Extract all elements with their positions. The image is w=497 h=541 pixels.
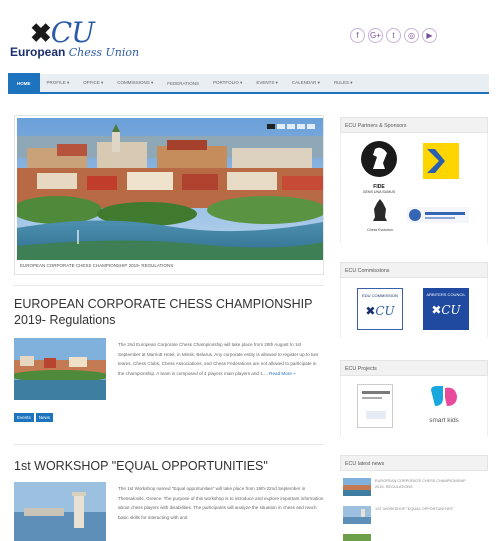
tag-news[interactable]: News <box>35 413 54 422</box>
nav-calendar[interactable]: CALENDAR ▾ <box>285 73 327 93</box>
slider-dot[interactable] <box>277 124 285 129</box>
divider <box>14 285 324 286</box>
widget-title-projects: ECU Projects <box>340 360 488 376</box>
commissions-widget: EDU COMMISSION ✖CU ARBITERS COUNCIL ✖CU <box>340 278 488 338</box>
news-item[interactable]: EUROPEAN CORPORATE CHESS CHAMPIONSHIP 20… <box>343 478 475 496</box>
post-title[interactable]: 1st WORKSHOP "EQUAL OPPORTUNITIES" <box>14 458 268 474</box>
logo-wordmark: European Chess Union <box>10 45 140 59</box>
ecu-logo[interactable]: ✖CU European Chess Union <box>10 16 160 62</box>
sponsor-logo[interactable] <box>421 141 461 181</box>
nav-rules[interactable]: RULES ▾ <box>327 73 360 93</box>
nav-home[interactable]: HOME <box>8 73 40 93</box>
divider <box>14 444 324 445</box>
fide-logo[interactable]: FIDE GENS UNA SUMUS <box>357 139 401 194</box>
tag-events[interactable]: Events <box>14 413 34 422</box>
slider-dot[interactable] <box>267 124 275 129</box>
nav-events[interactable]: EVENTS ▾ <box>249 73 285 93</box>
news-thumbnail[interactable] <box>343 478 371 496</box>
social-links: f G+ t ◎ ▶ <box>350 28 437 43</box>
nav-profile[interactable]: PROFILE ▾ <box>40 73 77 93</box>
read-more-link[interactable]: Read More » <box>269 371 296 376</box>
nav-portfolio[interactable]: PORTFOLIO ▾ <box>206 73 249 93</box>
nav-commissions[interactable]: COMMISSIONS ▾ <box>110 73 160 93</box>
news-thumbnail[interactable] <box>343 506 371 524</box>
twitter-icon[interactable]: t <box>386 28 401 43</box>
post-excerpt: The 2nd European Corporate Chess Champio… <box>118 342 319 376</box>
featured-caption[interactable]: EUROPEAN CORPORATE CHESS CHAMPIONSHIP 20… <box>20 263 173 268</box>
facebook-icon[interactable]: f <box>350 28 365 43</box>
nav-office[interactable]: OFFICE ▾ <box>76 73 110 93</box>
project-logo[interactable] <box>357 384 393 428</box>
arbiters-council-badge[interactable]: ARBITERS COUNCIL ✖CU <box>423 288 469 330</box>
post-title[interactable]: EUROPEAN CORPORATE CHESS CHAMPIONSHIP 20… <box>14 296 312 328</box>
slider-dots[interactable] <box>267 124 315 129</box>
widget-title-partners: ECU Partners & Sponsors <box>340 117 488 133</box>
news-item[interactable]: 1st WORKSHOP "EQUAL OPPORTUNITIES" <box>343 506 475 524</box>
sponsor-logo-2[interactable] <box>407 207 469 223</box>
main-nav: HOME PROFILE ▾ OFFICE ▾ COMMISSIONS ▾ FE… <box>8 73 489 94</box>
slider-dot[interactable] <box>287 124 295 129</box>
nav-federations[interactable]: FEDERATIONS <box>160 73 206 93</box>
widget-title-news: ECU latest news <box>340 455 488 471</box>
youtube-icon[interactable]: ▶ <box>422 28 437 43</box>
slider-dot[interactable] <box>307 124 315 129</box>
instagram-icon[interactable]: ◎ <box>404 28 419 43</box>
post-excerpt: The 1st Workshop named "Equal opportunit… <box>118 486 324 520</box>
site-header: ✖CU European Chess Union f G+ t ◎ ▶ <box>0 0 497 72</box>
featured-slider[interactable]: EUROPEAN CORPORATE CHESS CHAMPIONSHIP 20… <box>14 115 324 275</box>
slider-dot[interactable] <box>297 124 305 129</box>
page: ✖CU European Chess Union f G+ t ◎ ▶ HOME… <box>0 0 497 541</box>
news-item[interactable] <box>343 534 371 541</box>
edu-commission-badge[interactable]: EDU COMMISSION ✖CU <box>357 288 403 330</box>
news-link[interactable]: 1st WORKSHOP "EQUAL OPPORTUNITIES" <box>375 506 475 524</box>
post-thumbnail[interactable] <box>14 482 106 541</box>
post-thumbnail[interactable] <box>14 338 106 400</box>
featured-image[interactable] <box>17 118 323 260</box>
partners-widget: FIDE GENS UNA SUMUS Chess Evolution <box>340 133 488 243</box>
widget-title-commissions: ECU Commissions <box>340 262 488 278</box>
news-thumbnail[interactable] <box>343 534 371 541</box>
google-plus-icon[interactable]: G+ <box>368 28 383 43</box>
projects-widget: smart kids <box>340 376 488 436</box>
main-column: EUROPEAN CORPORATE CHESS CHAMPIONSHIP 20… <box>14 115 324 275</box>
post-tags: Events News <box>14 413 54 422</box>
chess-evolution-logo[interactable]: Chess Evolution <box>365 197 395 237</box>
smart-kids-logo[interactable]: smart kids <box>419 384 469 428</box>
news-link[interactable]: EUROPEAN CORPORATE CHESS CHAMPIONSHIP 20… <box>375 478 475 496</box>
